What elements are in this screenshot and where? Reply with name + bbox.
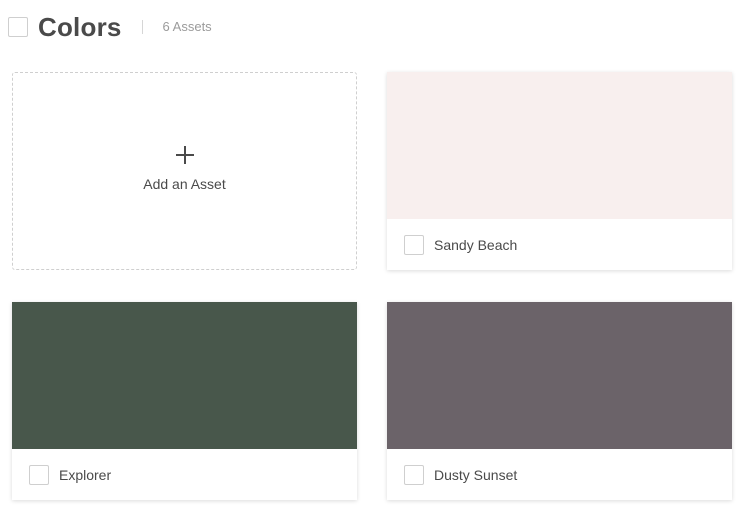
color-name: Dusty Sunset — [434, 466, 518, 483]
card-checkbox[interactable] — [404, 234, 424, 255]
card-footer: Dusty Sunset — [387, 449, 732, 500]
card-checkbox[interactable] — [29, 464, 49, 485]
add-asset-label: Add an Asset — [143, 176, 226, 192]
header-divider — [141, 20, 143, 34]
page-header: Colors 6 Assets — [8, 12, 212, 42]
color-name: Sandy Beach — [434, 236, 518, 253]
color-card-dusty-sunset[interactable]: Dusty Sunset — [387, 302, 732, 500]
color-swatch[interactable] — [387, 302, 732, 449]
add-asset-button[interactable]: Add an Asset — [12, 72, 357, 270]
color-name: Explorer — [59, 466, 112, 483]
color-swatch[interactable] — [387, 72, 732, 219]
card-footer: Sandy Beach — [387, 219, 732, 270]
card-checkbox[interactable] — [404, 464, 424, 485]
plus-icon — [175, 146, 194, 164]
card-footer: Explorer — [12, 449, 357, 500]
select-all-checkbox[interactable] — [8, 17, 28, 37]
color-card-explorer[interactable]: Explorer — [12, 302, 357, 500]
colors-page: Colors 6 Assets Add an Asset Sandy Beach… — [0, 0, 749, 510]
page-title: Colors — [38, 12, 122, 42]
asset-count: 6 Assets — [162, 19, 212, 34]
color-swatch[interactable] — [12, 302, 357, 449]
color-card-sandy-beach[interactable]: Sandy Beach — [387, 72, 732, 270]
